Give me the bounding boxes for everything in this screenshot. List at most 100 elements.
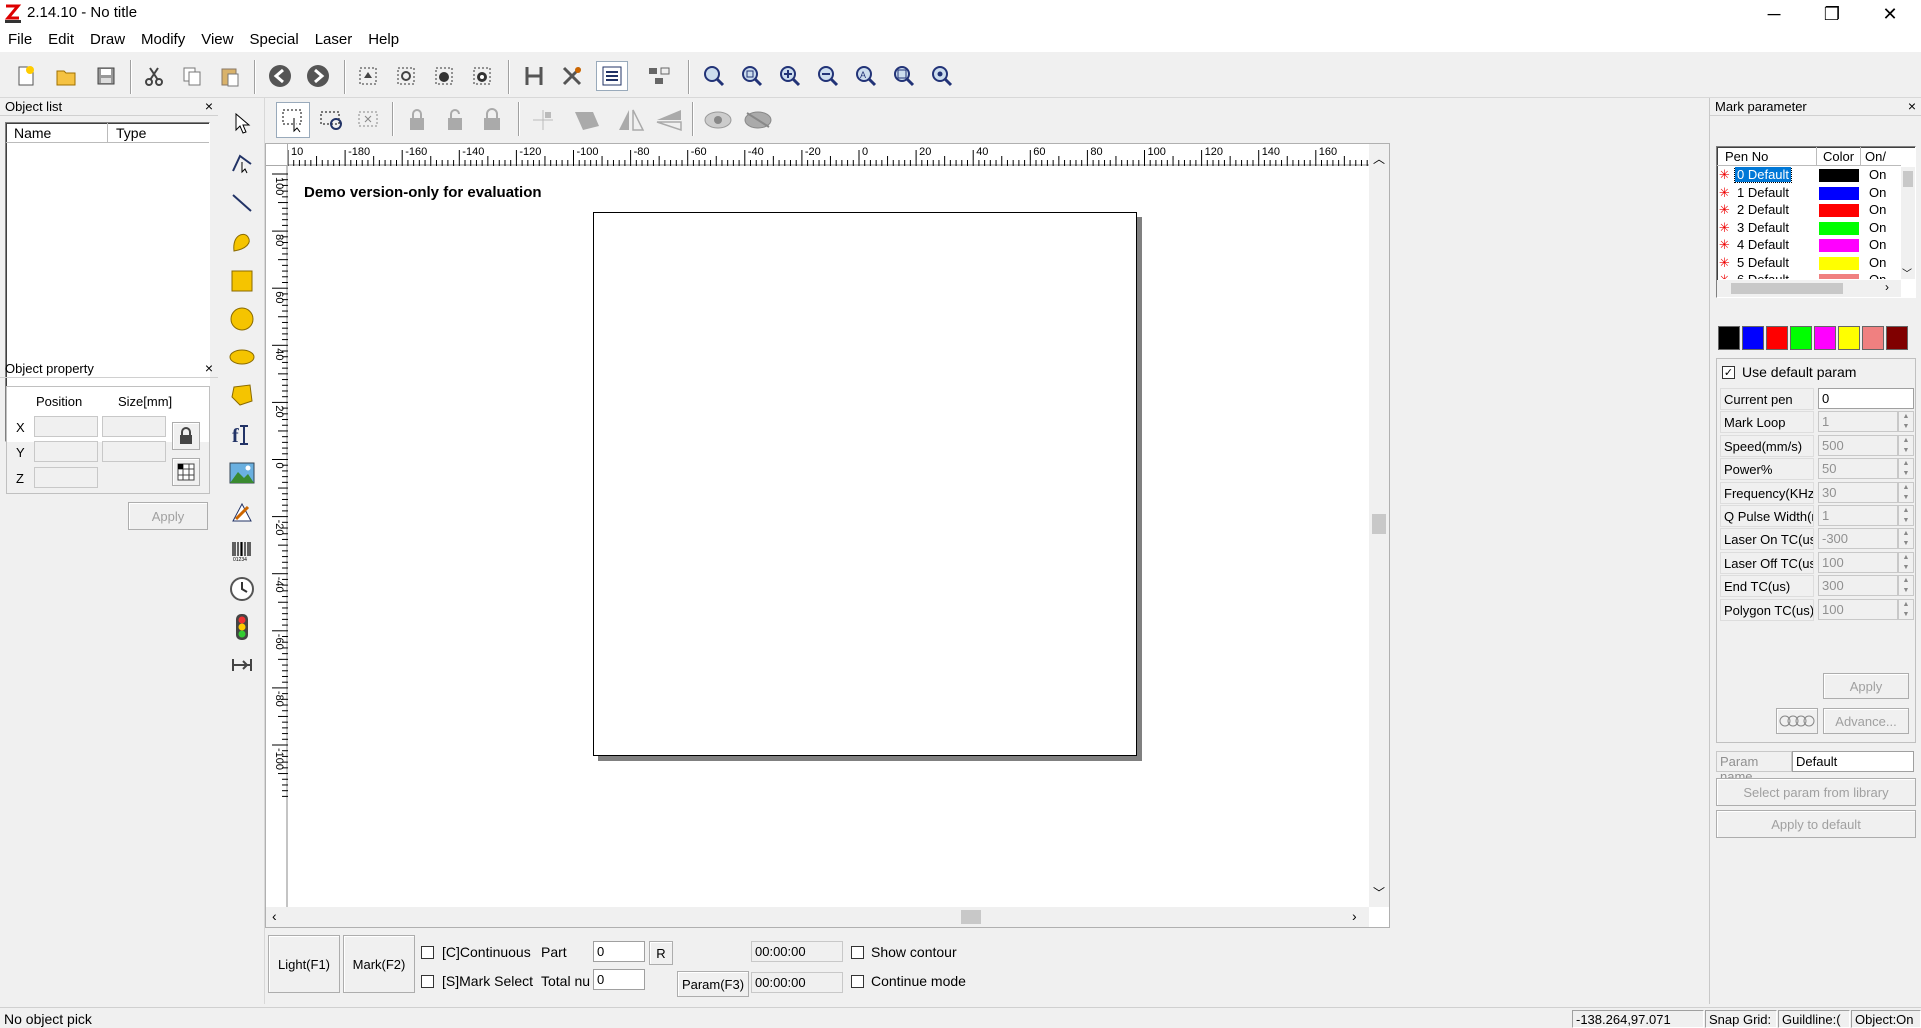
show-eye-icon[interactable]: [700, 102, 736, 138]
spin-stepper-icon[interactable]: ▲ ▼: [1898, 575, 1914, 597]
select-contour-icon[interactable]: [314, 102, 348, 138]
pen-list-hscrollbar[interactable]: ›: [1717, 280, 1901, 297]
zoom-selected-icon[interactable]: [926, 61, 958, 91]
spin-stepper-icon[interactable]: ▲ ▼: [1898, 551, 1914, 573]
param-name-input[interactable]: Default: [1792, 751, 1914, 772]
node-edit-icon[interactable]: [225, 146, 259, 180]
palette-swatch[interactable]: [1742, 326, 1764, 350]
total-input[interactable]: 0: [593, 969, 645, 990]
pen-row[interactable]: ✳ 3 Default On: [1717, 220, 1901, 237]
close-window-button[interactable]: ✕: [1861, 0, 1919, 28]
light-button[interactable]: Light(F1): [268, 935, 340, 993]
position-x-input[interactable]: [34, 416, 98, 437]
workspace-page[interactable]: [593, 212, 1137, 756]
mark-button[interactable]: Mark(F2): [343, 935, 415, 993]
palette-swatch[interactable]: [1814, 326, 1836, 350]
column-on[interactable]: On/: [1861, 147, 1901, 166]
curve-icon[interactable]: [225, 224, 259, 258]
select-param-library-button[interactable]: Select param from library: [1716, 778, 1916, 806]
advance-button[interactable]: Advance...: [1823, 708, 1909, 734]
part-input[interactable]: 0: [593, 941, 645, 962]
param-value-input[interactable]: 30: [1818, 481, 1898, 503]
scroll-right-icon[interactable]: ›: [1885, 280, 1889, 294]
show-contour-checkbox[interactable]: [851, 946, 864, 959]
save-icon[interactable]: [90, 61, 122, 91]
unlock-object-icon[interactable]: [438, 102, 472, 138]
hatch-icon[interactable]: [518, 61, 550, 91]
line-icon[interactable]: [225, 186, 259, 220]
horizontal-scrollbar[interactable]: ‹ ›: [266, 907, 1369, 927]
spin-stepper-icon[interactable]: ▲ ▼: [1898, 505, 1914, 526]
vector-file-icon[interactable]: [225, 496, 259, 530]
apply-param-button[interactable]: Apply: [1823, 673, 1909, 699]
zoom-in-icon[interactable]: [774, 61, 806, 91]
circle-icon[interactable]: [225, 302, 259, 336]
clock-icon[interactable]: [225, 572, 259, 606]
pen-row[interactable]: ✳ 5 Default On: [1717, 255, 1901, 272]
palette-swatch[interactable]: [1886, 326, 1908, 350]
param-button[interactable]: Param(F3): [677, 971, 749, 997]
align-icon[interactable]: [526, 102, 560, 138]
close-icon[interactable]: ×: [205, 98, 213, 114]
cut-icon[interactable]: [138, 61, 170, 91]
hide-eye-icon[interactable]: [740, 102, 776, 138]
spin-stepper-icon[interactable]: ▲ ▼: [1898, 411, 1914, 433]
pen-row[interactable]: ✳ 6 Default On: [1717, 272, 1901, 279]
object-list-toggle-icon[interactable]: [596, 61, 628, 91]
select-arrow-icon[interactable]: [225, 106, 259, 140]
continue-mode-checkbox[interactable]: [851, 975, 864, 988]
param-value-input[interactable]: 100: [1818, 551, 1898, 573]
mirror-horizontal-icon[interactable]: [614, 102, 648, 138]
menu-file[interactable]: File: [0, 28, 40, 52]
palette-swatch[interactable]: [1790, 326, 1812, 350]
snap-grid-status[interactable]: Snap Grid:: [1705, 1010, 1777, 1028]
close-icon[interactable]: ×: [1908, 98, 1916, 114]
maximize-button[interactable]: ❐: [1803, 0, 1861, 28]
spin-stepper-icon[interactable]: ▲ ▼: [1898, 458, 1914, 480]
param-value-input[interactable]: 300: [1818, 575, 1898, 597]
scroll-down-icon[interactable]: ﹀: [1373, 884, 1385, 901]
output-port-icon[interactable]: [225, 648, 259, 682]
open-folder-icon[interactable]: [50, 61, 82, 91]
canvas-area[interactable]: 10 -180 -160 -140 -120 -100 -80 -60 -40 -20 0 20 40 6…: [265, 143, 1390, 928]
object-snap-status[interactable]: Object:On: [1851, 1010, 1921, 1028]
pen-row[interactable]: ✳ 4 Default On: [1717, 237, 1901, 254]
zoom-window-icon[interactable]: [736, 61, 768, 91]
continuous-checkbox[interactable]: [421, 946, 434, 959]
spin-stepper-icon[interactable]: ▲ ▼: [1898, 481, 1914, 503]
param-value-input[interactable]: 100: [1818, 598, 1898, 620]
paste-icon[interactable]: [214, 61, 246, 91]
mirror-vertical-icon[interactable]: [652, 102, 686, 138]
apply-property-button[interactable]: Apply: [128, 502, 208, 530]
zoom-all-icon[interactable]: A: [850, 61, 882, 91]
wobble-button[interactable]: [1776, 708, 1818, 734]
scroll-thumb-vertical[interactable]: [1372, 514, 1386, 534]
menu-modify[interactable]: Modify: [133, 28, 193, 52]
select-mode-icon[interactable]: [276, 102, 310, 138]
pen-hscroll-thumb[interactable]: [1731, 283, 1843, 294]
size-y-input[interactable]: [102, 441, 166, 462]
ungroup-icon[interactable]: [390, 61, 422, 91]
palette-swatch[interactable]: [1838, 326, 1860, 350]
group-select-icon[interactable]: [428, 61, 460, 91]
menu-special[interactable]: Special: [241, 28, 306, 52]
copy-icon[interactable]: [176, 61, 208, 91]
param-value-input[interactable]: 0: [1818, 388, 1914, 409]
menu-draw[interactable]: Draw: [82, 28, 133, 52]
pen-row[interactable]: ✳ 2 Default On: [1717, 202, 1901, 219]
ungroup-select-icon[interactable]: [466, 61, 498, 91]
param-value-input[interactable]: 1: [1818, 505, 1898, 526]
bitmap-icon[interactable]: [225, 456, 259, 490]
palette-swatch[interactable]: [1718, 326, 1740, 350]
zoom-out-icon[interactable]: [812, 61, 844, 91]
lock-all-icon[interactable]: [476, 102, 510, 138]
param-value-input[interactable]: 50: [1818, 458, 1898, 480]
scroll-thumb-horizontal[interactable]: [961, 910, 981, 924]
anchor-grid-button[interactable]: [172, 458, 200, 486]
reset-part-button[interactable]: R: [649, 941, 673, 965]
menu-laser[interactable]: Laser: [307, 28, 361, 52]
column-pen[interactable]: Pen No: [1717, 147, 1817, 166]
menu-edit[interactable]: Edit: [40, 28, 82, 52]
menu-view[interactable]: View: [193, 28, 241, 52]
spin-stepper-icon[interactable]: ▲ ▼: [1898, 598, 1914, 620]
